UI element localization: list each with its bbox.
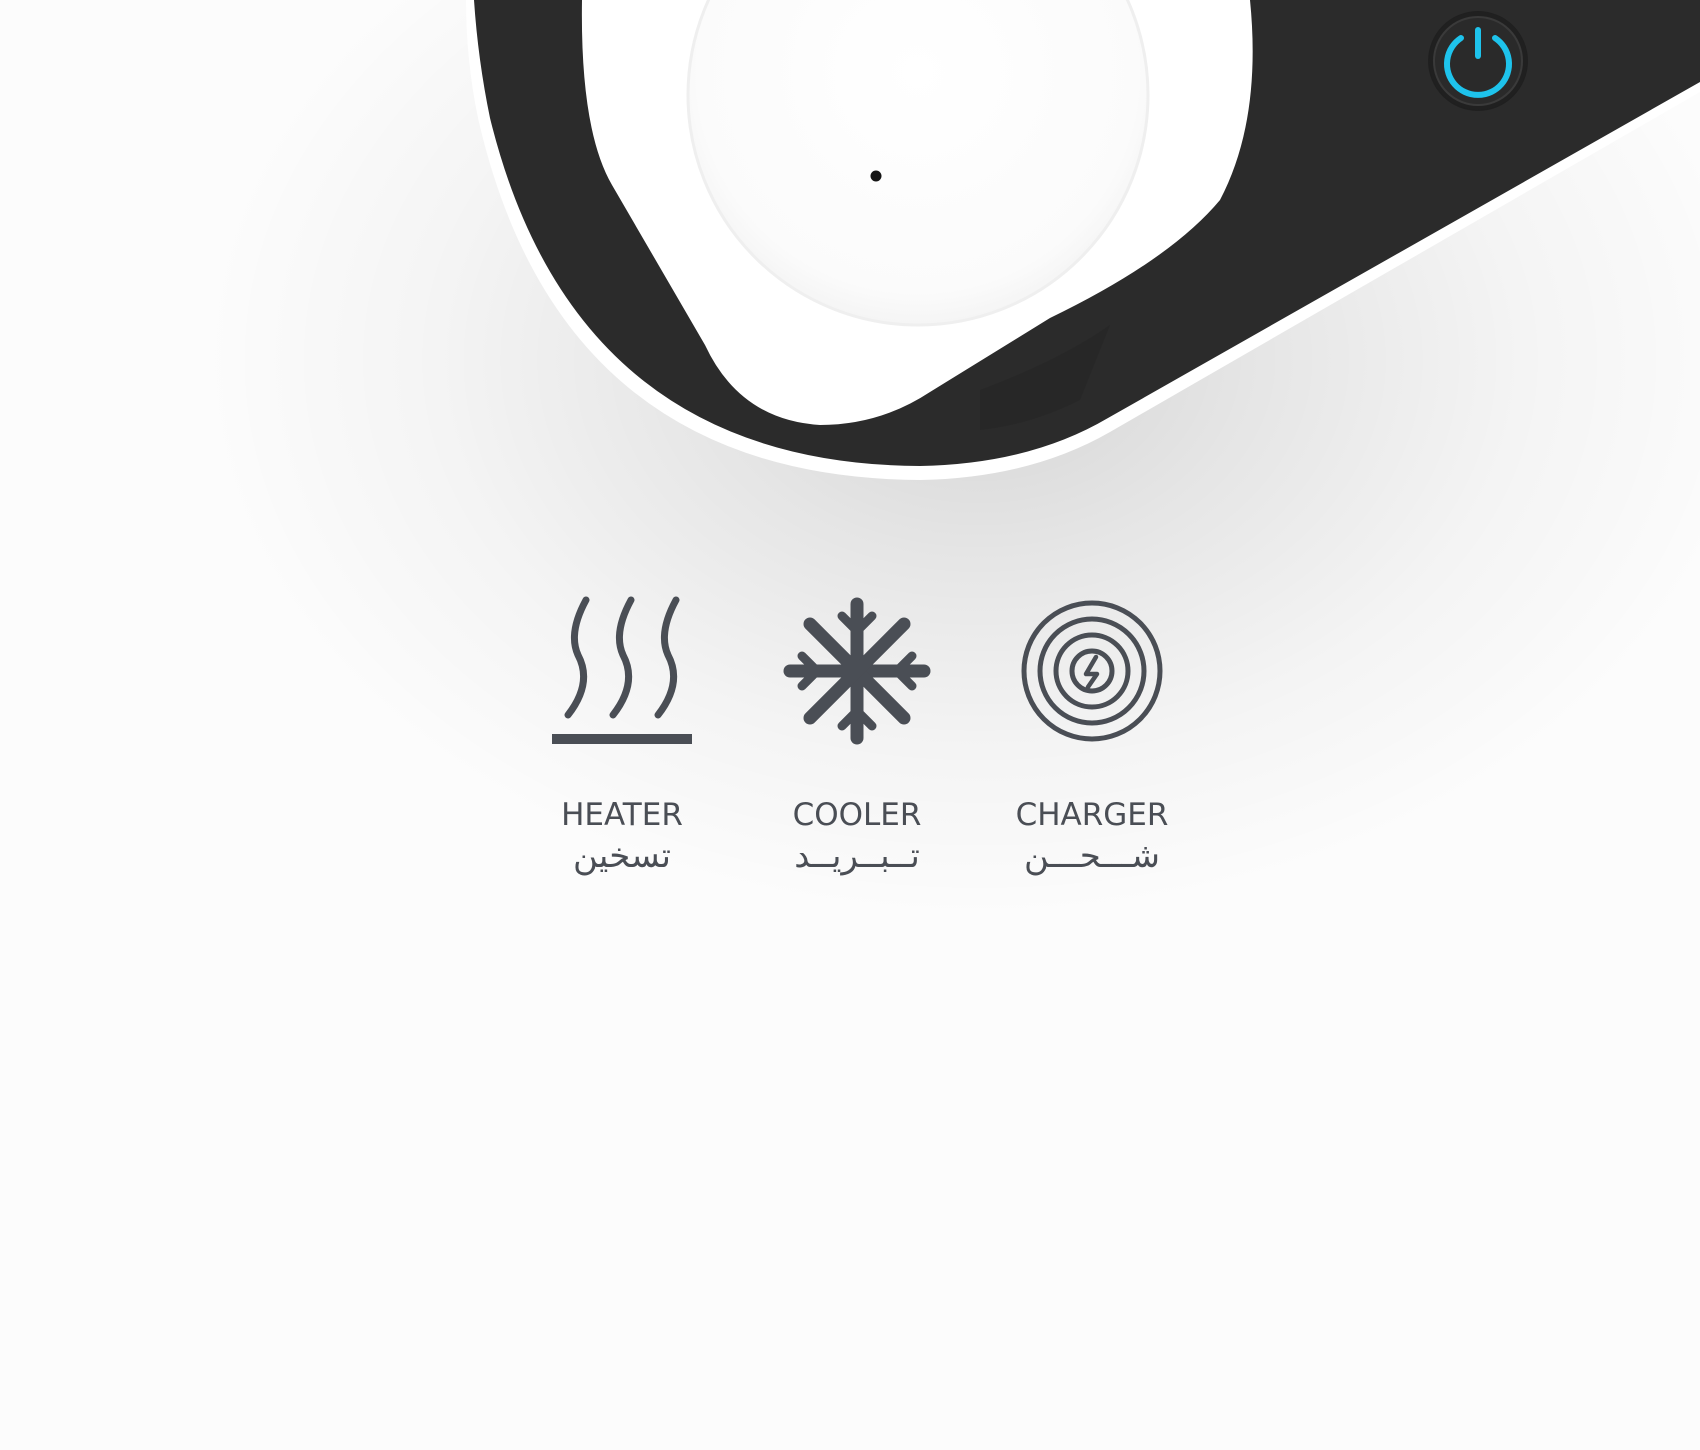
feature-charger-label: CHARGER شـــحـــن <box>982 797 1202 876</box>
cooler-label-ar: تــبــريــد <box>794 836 920 876</box>
feature-list: HEATER تسخين COOLER تــبــريــد CHARGER … <box>0 0 1700 1450</box>
feature-heater-label: HEATER تسخين <box>512 797 732 876</box>
charger-label-ar: شـــحـــن <box>1023 836 1161 876</box>
snowflake-icon <box>783 597 931 745</box>
heater-label-en: HEATER <box>561 797 683 833</box>
charger-label-en: CHARGER <box>1015 797 1169 833</box>
wireless-charging-icon <box>1021 600 1163 742</box>
feature-cooler-label: COOLER تــبــريــد <box>747 797 967 876</box>
heat-waves-icon <box>552 596 692 744</box>
heater-label-ar: تسخين <box>573 836 671 876</box>
cooler-label-en: COOLER <box>792 797 922 833</box>
